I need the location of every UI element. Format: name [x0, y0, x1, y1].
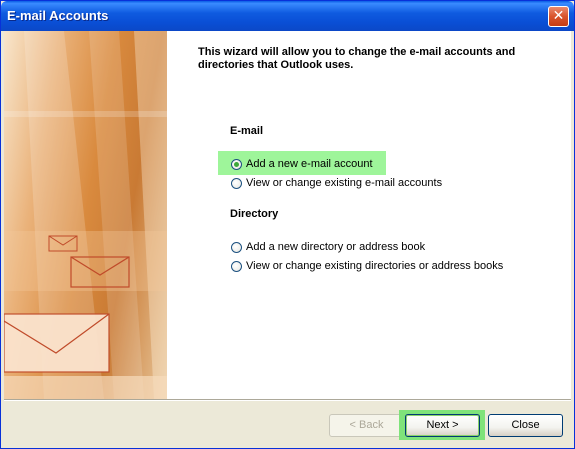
radio-view-directories[interactable]: View or change existing directories or a… — [231, 258, 503, 274]
radio-unchecked-icon[interactable] — [231, 260, 242, 272]
radio-label[interactable]: View or change existing directories or a… — [246, 260, 503, 272]
radio-view-email-accounts[interactable]: View or change existing e-mail accounts — [231, 175, 442, 191]
title-bar[interactable]: E-mail Accounts ✕ — [1, 1, 574, 31]
radio-checked-icon[interactable] — [231, 158, 242, 170]
next-button[interactable]: Next > — [405, 414, 480, 437]
envelope-banner-image — [4, 31, 167, 399]
email-section-label: E-mail — [230, 125, 264, 137]
envelope-art-icon — [4, 31, 167, 399]
radio-label[interactable]: View or change existing e-mail accounts — [246, 177, 442, 189]
radio-add-directory[interactable]: Add a new directory or address book — [231, 239, 425, 255]
close-window-icon[interactable]: ✕ — [548, 6, 569, 27]
radio-label[interactable]: Add a new directory or address book — [246, 241, 425, 253]
wizard-content — [4, 31, 571, 399]
window-title: E-mail Accounts — [7, 8, 109, 23]
button-bar-divider — [4, 399, 571, 401]
close-button[interactable]: Close — [488, 414, 563, 437]
back-button[interactable]: < Back — [329, 414, 404, 437]
radio-unchecked-icon[interactable] — [231, 241, 242, 253]
email-accounts-dialog: E-mail Accounts ✕ This wizard will allow… — [0, 0, 575, 449]
radio-label[interactable]: Add a new e-mail account — [246, 158, 373, 170]
radio-add-email-account[interactable]: Add a new e-mail account — [231, 156, 373, 172]
radio-unchecked-icon[interactable] — [231, 177, 242, 189]
wizard-intro-text: This wizard will allow you to change the… — [198, 46, 516, 71]
directory-section-label: Directory — [230, 208, 279, 220]
